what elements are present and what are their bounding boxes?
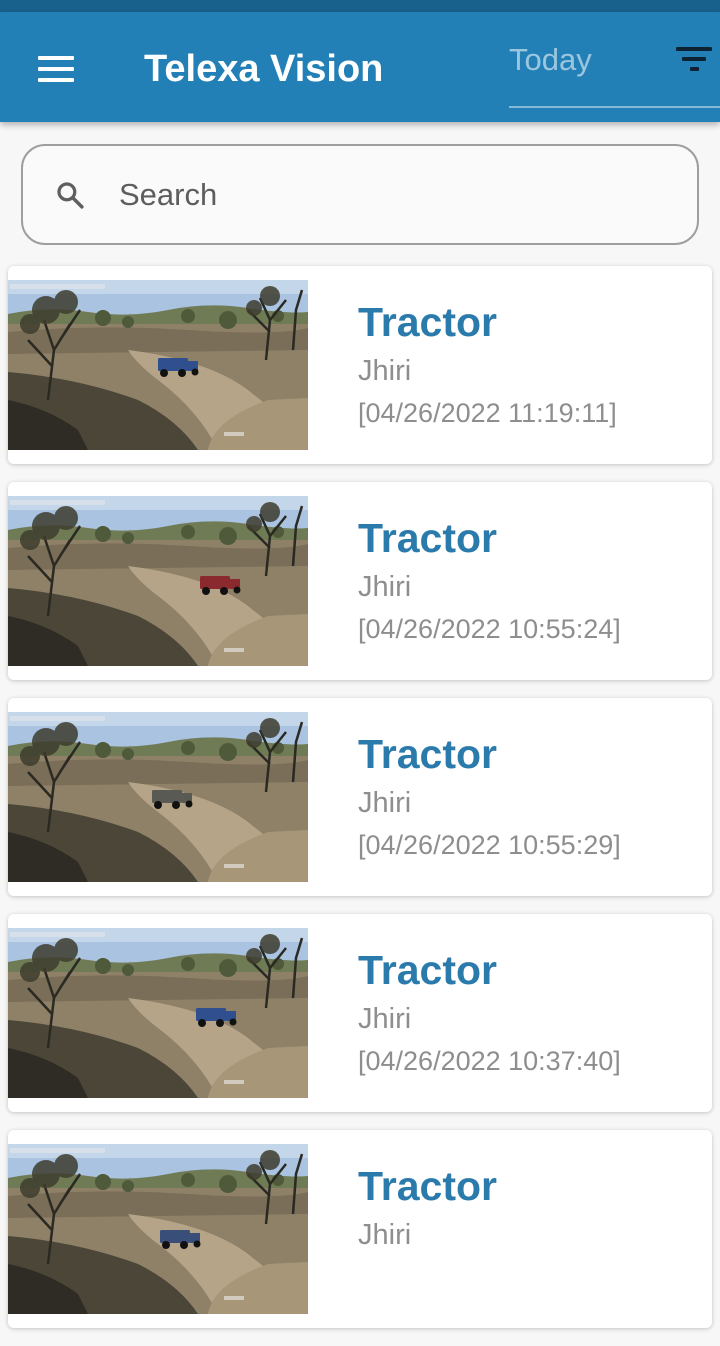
detection-location: Jhiri <box>358 571 412 603</box>
detection-thumbnail[interactable] <box>8 280 308 450</box>
app-bar: Telexa Vision Today <box>0 12 720 122</box>
detection-thumbnail[interactable] <box>8 712 308 882</box>
detection-location: Jhiri <box>358 1219 412 1251</box>
landscape-photo <box>8 928 308 1098</box>
app-title: Telexa Vision <box>144 48 384 90</box>
date-filter-value: Today <box>509 42 592 77</box>
detection-thumbnail[interactable] <box>8 496 308 666</box>
detection-title: Tractor <box>358 731 497 777</box>
detection-title: Tractor <box>358 947 497 993</box>
detection-card[interactable]: Tractor Jhiri [04/26/2022 10:55:24] <box>8 482 712 680</box>
detection-timestamp: [04/26/2022 10:55:29] <box>358 830 621 860</box>
detection-title: Tractor <box>358 299 497 345</box>
landscape-photo <box>8 1144 308 1314</box>
search-box[interactable] <box>21 144 699 245</box>
detection-timestamp: [04/26/2022 10:37:40] <box>358 1046 621 1076</box>
detection-card[interactable]: Tractor Jhiri [04/26/2022 10:37:40] <box>8 914 712 1112</box>
menu-icon[interactable] <box>36 54 76 84</box>
detection-location: Jhiri <box>358 787 412 819</box>
landscape-photo <box>8 496 308 666</box>
detection-timestamp: [04/26/2022 11:19:11] <box>358 398 617 428</box>
detection-timestamp: [04/26/2022 10:55:24] <box>358 614 621 644</box>
detection-thumbnail[interactable] <box>8 928 308 1098</box>
landscape-photo <box>8 280 308 450</box>
landscape-photo <box>8 712 308 882</box>
search-input[interactable] <box>117 172 661 218</box>
detection-title: Tractor <box>358 515 497 561</box>
status-bar <box>0 0 720 12</box>
detection-location: Jhiri <box>358 1003 412 1035</box>
search-icon <box>57 182 84 209</box>
detection-card[interactable]: Tractor Jhiri [04/26/2022 10:55:29] <box>8 698 712 896</box>
detection-card[interactable]: Tractor Jhiri <box>8 1130 712 1328</box>
detection-location: Jhiri <box>358 355 412 387</box>
detection-title: Tractor <box>358 1163 497 1209</box>
detection-thumbnail[interactable] <box>8 1144 308 1314</box>
detection-card[interactable]: Tractor Jhiri [04/26/2022 11:19:11] <box>8 266 712 464</box>
detection-list: Tractor Jhiri [04/26/2022 11:19:11] Trac… <box>8 266 712 1346</box>
filter-icon[interactable] <box>676 45 716 77</box>
